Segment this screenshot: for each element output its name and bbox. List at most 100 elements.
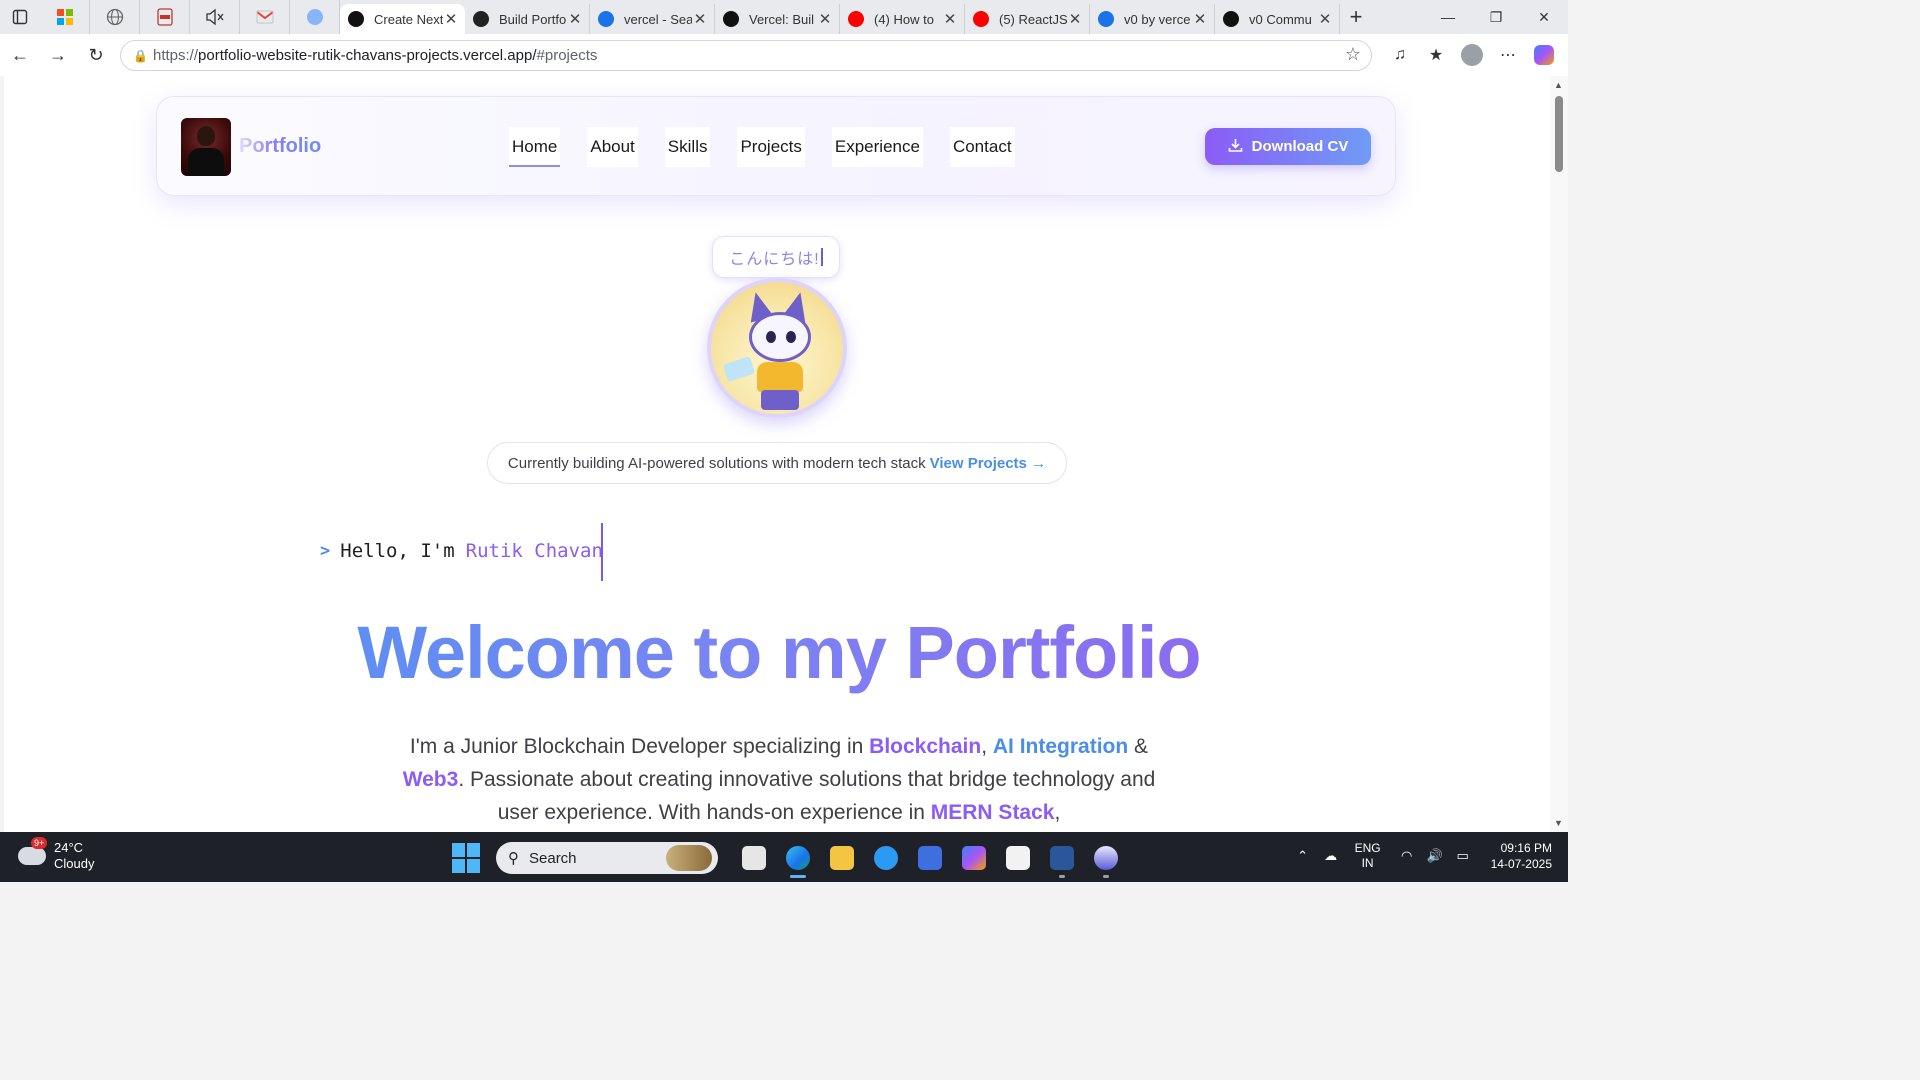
close-window-icon[interactable]: ✕ <box>1520 0 1568 34</box>
show-hidden-icons-icon[interactable]: ⌃ <box>1289 848 1317 864</box>
download-cv-button[interactable]: Download CV <box>1205 128 1371 165</box>
microsoft-store-icon[interactable] <box>996 838 1040 878</box>
language-indicator[interactable]: ENG IN <box>1355 841 1381 871</box>
tab-close-icon[interactable]: ✕ <box>1067 10 1083 28</box>
tab-title: v0 Commu <box>1249 11 1312 27</box>
intro-part3: , <box>1054 801 1061 824</box>
profile-avatar-icon[interactable] <box>1454 37 1490 73</box>
tab-close-icon[interactable]: ✕ <box>1192 10 1208 28</box>
browser-tab[interactable]: Create Next ✕ <box>340 4 465 34</box>
page-scrollbar[interactable]: ▲ ▼ <box>1550 76 1568 832</box>
clock[interactable]: 09:16 PM 14-07-2025 <box>1491 840 1552 872</box>
browser-tab[interactable]: (4) How to ✕ <box>840 4 965 34</box>
nav-link-projects[interactable]: Projects <box>737 127 805 167</box>
onedrive-offline-icon[interactable]: ☁ <box>1317 848 1345 864</box>
cloud-icon: 9+ <box>18 837 48 865</box>
nav-link-contact[interactable]: Contact <box>949 127 1015 167</box>
status-text: Currently building AI-powered solutions … <box>507 454 926 472</box>
status-pill: Currently building AI-powered solutions … <box>487 442 1067 484</box>
browser-tab[interactable]: vercel - Sea ✕ <box>590 4 715 34</box>
browser-tab[interactable]: Vercel: Buil ✕ <box>715 4 840 34</box>
tab-close-icon[interactable]: ✕ <box>817 10 833 28</box>
photo-head <box>197 126 215 146</box>
nav-link-experience[interactable]: Experience <box>831 127 923 167</box>
new-tab-button[interactable]: + <box>1340 0 1372 34</box>
tab-favicon-icon <box>473 11 489 27</box>
myhp-icon[interactable] <box>908 838 952 878</box>
browser-tab[interactable]: Build Portfo ✕ <box>465 4 590 34</box>
copilot-icon[interactable] <box>1526 37 1562 73</box>
browser-tab[interactable]: v0 by verce ✕ <box>1090 4 1215 34</box>
terminal-greeting: > Hello, I'm Rutik Chavan <box>320 523 603 581</box>
tab-close-icon[interactable]: ✕ <box>1317 10 1333 28</box>
tab-favicon-icon <box>1098 11 1114 27</box>
browser-tab[interactable]: (5) ReactJS ✕ <box>965 4 1090 34</box>
tab-close-icon[interactable]: ✕ <box>942 10 958 28</box>
scroll-down-icon[interactable]: ▼ <box>1554 818 1563 828</box>
tab-actions-icon[interactable] <box>0 0 40 34</box>
tab-favicon-icon <box>848 11 864 27</box>
wifi-icon[interactable]: ◠ <box>1393 848 1421 864</box>
tab-close-icon[interactable]: ✕ <box>567 10 583 28</box>
start-button-icon[interactable] <box>452 843 482 873</box>
photo-body <box>188 148 224 176</box>
file-explorer-icon[interactable] <box>820 838 864 878</box>
tab-favicon-icon <box>348 11 364 27</box>
restore-icon[interactable]: ❐ <box>1472 0 1520 34</box>
address-toolbar: ← → ↻ 🔒 https://portfolio-website-rutik-… <box>0 34 1568 76</box>
word-icon[interactable] <box>1040 838 1084 878</box>
scrollbar-thumb[interactable] <box>1555 96 1563 172</box>
hero-title-text: Welcome to my Portfolio <box>357 611 1201 694</box>
minimize-icon[interactable]: — <box>1424 0 1472 34</box>
volume-icon[interactable]: 🔊 <box>1421 848 1449 864</box>
language-region: IN <box>1361 856 1374 870</box>
back-icon[interactable]: ← <box>2 37 38 73</box>
site-info-icon[interactable]: 🔒 <box>133 49 153 63</box>
edge-browser-icon[interactable] <box>776 838 820 878</box>
taskbar-search[interactable]: ⚲ Search <box>496 842 718 874</box>
task-view-icon[interactable] <box>732 838 776 878</box>
tab-close-icon[interactable]: ✕ <box>443 10 459 28</box>
more-options-icon[interactable]: ⋯ <box>1490 37 1526 73</box>
blue-app-icon <box>306 9 323 25</box>
favorite-star-icon[interactable]: ☆ <box>1345 44 1361 65</box>
pinned-tab-pdf[interactable] <box>140 0 190 34</box>
tab-close-icon[interactable]: ✕ <box>692 10 708 28</box>
site-logo-text[interactable]: Portfolio <box>239 135 321 158</box>
greeting-text: こんにちは! <box>729 251 820 268</box>
view-projects-link[interactable]: View Projects → <box>930 455 1046 472</box>
scroll-up-icon[interactable]: ▲ <box>1554 80 1563 90</box>
intro-highlight-blockchain: Blockchain <box>869 735 982 758</box>
taskbar-search-label: Search <box>529 849 577 867</box>
address-input[interactable]: 🔒 https://portfolio-website-rutik-chavan… <box>120 40 1372 71</box>
terminal-app-icon[interactable] <box>1084 838 1128 878</box>
browser-tab[interactable]: v0 Commu ✕ <box>1215 4 1340 34</box>
read-aloud-icon[interactable]: ♫ <box>1382 37 1418 73</box>
download-cv-label: Download CV <box>1251 138 1349 155</box>
profile-photo[interactable] <box>181 118 231 176</box>
system-tray: ⌃ ☁ ENG IN ◠ 🔊 ▭ 09:16 PM 14-07-2025 <box>1289 840 1552 872</box>
mascot-avatar <box>707 278 847 418</box>
pinned-tab-microsoft[interactable] <box>40 0 90 34</box>
pinned-tab-gmail[interactable] <box>240 0 290 34</box>
favorites-icon[interactable]: ★ <box>1418 37 1454 73</box>
tab-title: (5) ReactJS <box>999 11 1067 27</box>
battery-icon[interactable]: ▭ <box>1449 848 1477 864</box>
mascot-shirt <box>757 362 803 392</box>
download-icon <box>1228 138 1243 156</box>
pinned-tab-blue[interactable] <box>290 0 340 34</box>
copilot-app-icon[interactable] <box>952 838 996 878</box>
nav-link-skills[interactable]: Skills <box>664 127 711 167</box>
tab-title: v0 by verce <box>1124 11 1191 27</box>
mascot-eye-right <box>786 331 796 343</box>
tab-title: Create Next <box>374 11 443 27</box>
weather-widget[interactable]: 9+ 24°C Cloudy <box>18 837 94 872</box>
get-help-icon[interactable] <box>864 838 908 878</box>
forward-icon[interactable]: → <box>40 37 76 73</box>
pinned-tab-globe[interactable] <box>90 0 140 34</box>
reload-icon[interactable]: ↻ <box>78 37 114 73</box>
nav-link-about[interactable]: About <box>587 127 638 167</box>
nav-link-home[interactable]: Home <box>509 127 561 167</box>
pinned-tab-muted[interactable] <box>190 0 240 34</box>
main-nav: Home About Skills Projects Experience Contact <box>509 127 1042 167</box>
